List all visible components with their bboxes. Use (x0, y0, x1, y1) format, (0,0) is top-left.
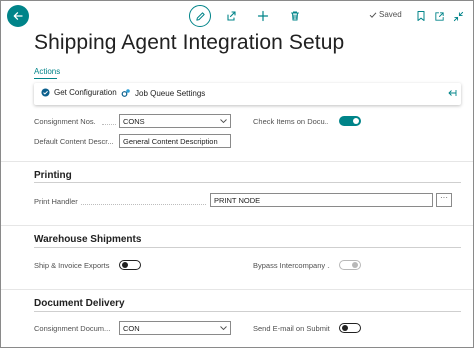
job-queue-settings-action[interactable]: Job Queue Settings (121, 88, 205, 98)
send-email-label: Send E-mail on Submit (253, 324, 330, 333)
consignment-doc-field[interactable]: CON (119, 321, 231, 335)
chevron-down-icon (220, 326, 227, 331)
delete-button[interactable] (287, 8, 303, 24)
share-button[interactable] (223, 8, 239, 24)
page-title: Shipping Agent Integration Setup (34, 31, 345, 54)
delivery-section-line (34, 311, 461, 312)
ship-invoice-label: Ship & Invoice Exports (34, 261, 110, 270)
default-content-value: General Content Description (123, 137, 218, 146)
tab-actions[interactable]: Actions (34, 67, 60, 76)
bookmark-icon (417, 11, 425, 21)
unpin-icon (448, 90, 457, 96)
print-handler-field[interactable]: PRINT NODE (210, 193, 433, 207)
ship-invoice-toggle[interactable] (119, 260, 141, 270)
warehouse-section-title: Warehouse Shipments (34, 234, 142, 245)
tab-actions-underline (34, 78, 57, 79)
bypass-intercompany-toggle (339, 260, 361, 270)
page-frame: Saved Shipping Agent Integration Setup A… (0, 0, 474, 348)
trash-icon (291, 11, 299, 21)
printing-section-title: Printing (34, 170, 72, 181)
section-separator (1, 289, 473, 290)
consignment-nos-value: CONS (123, 117, 145, 126)
default-content-label: Default Content Descr... (34, 137, 114, 146)
section-separator (1, 225, 473, 226)
consignment-doc-label: Consignment Docum... (34, 324, 111, 333)
print-handler-label: Print Handler (34, 197, 78, 206)
get-configuration-label: Get Configuration (54, 88, 117, 97)
consignment-doc-value: CON (123, 324, 140, 333)
open-new-window-button[interactable] (432, 8, 446, 24)
bypass-intercompany-label: Bypass Intercompany ... (253, 261, 330, 270)
collapse-icon (453, 11, 463, 21)
check-items-label: Check Items on Docu... (253, 117, 328, 126)
check-items-toggle[interactable] (339, 116, 361, 126)
get-configuration-action[interactable]: Get Configuration (41, 88, 117, 97)
check-circle-icon (41, 88, 50, 97)
delivery-section-title: Document Delivery (34, 298, 125, 309)
print-handler-value: PRINT NODE (214, 196, 261, 205)
consignment-nos-field[interactable]: CONS (119, 114, 231, 128)
bookmark-button[interactable] (414, 8, 428, 24)
default-content-field[interactable]: General Content Description (119, 134, 231, 148)
gears-icon (121, 89, 130, 97)
checkmark-icon (369, 11, 377, 18)
toggle-knob (353, 118, 359, 124)
job-queue-settings-label: Job Queue Settings (135, 88, 206, 98)
warehouse-section-line (34, 247, 461, 248)
edit-button[interactable] (189, 5, 211, 27)
new-button[interactable] (255, 8, 271, 24)
saved-label: Saved (379, 10, 402, 19)
plus-icon (257, 10, 269, 22)
arrow-left-icon (13, 12, 23, 20)
print-handler-assist-button[interactable]: ··· (436, 193, 452, 207)
collapse-actions-button[interactable] (447, 88, 457, 98)
dots-leader (81, 204, 206, 205)
send-email-toggle[interactable] (339, 323, 361, 333)
consignment-nos-label: Consignment Nos. (34, 117, 96, 126)
toggle-knob (122, 262, 128, 268)
pencil-icon (195, 11, 205, 21)
chevron-down-icon (220, 119, 227, 124)
back-button[interactable] (7, 5, 29, 27)
section-separator (1, 161, 473, 162)
collapse-page-button[interactable] (451, 8, 465, 24)
toggle-knob (352, 262, 358, 268)
popout-icon (434, 11, 444, 21)
dots-leader (102, 124, 116, 125)
toggle-knob (342, 325, 348, 331)
action-bar: Get Configuration Job Queue Settings (34, 83, 461, 105)
share-icon (227, 11, 236, 21)
printing-section-line (34, 182, 461, 183)
saved-status: Saved (369, 10, 402, 19)
